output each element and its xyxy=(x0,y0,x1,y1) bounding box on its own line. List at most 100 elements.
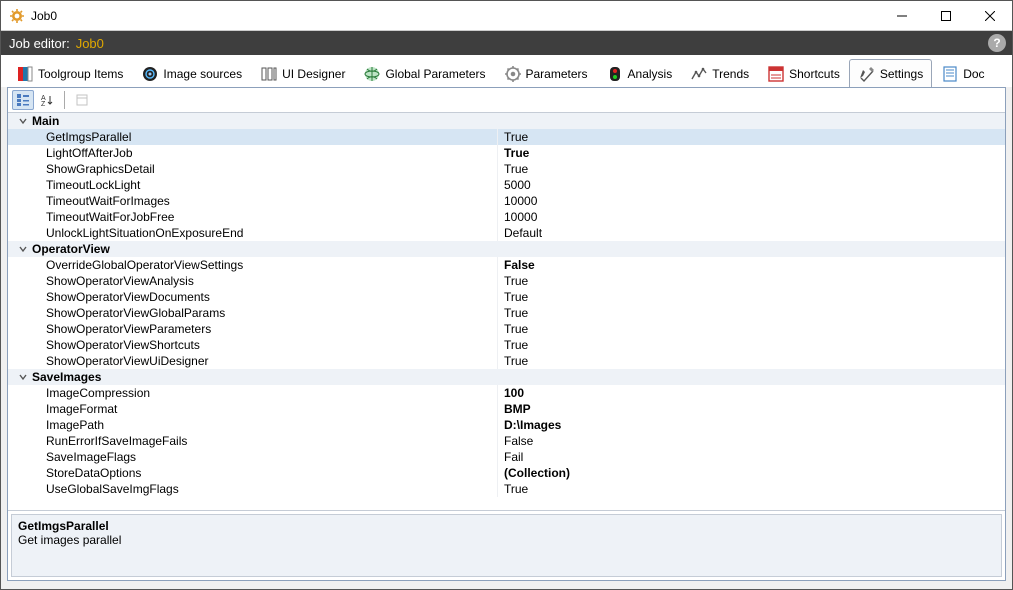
settings-panel: AZ MainGetImgsParallelTrueLightOffAfterJ… xyxy=(7,87,1006,581)
property-row[interactable]: ShowOperatorViewParameters True xyxy=(8,321,1005,337)
tab-label: UI Designer xyxy=(282,67,345,81)
tab-label: Settings xyxy=(880,67,923,81)
property-row[interactable]: StoreDataOptions (Collection) xyxy=(8,465,1005,481)
property-name: TimeoutWaitForImages xyxy=(46,193,170,209)
property-row[interactable]: ShowOperatorViewAnalysis True xyxy=(8,273,1005,289)
property-pages-button xyxy=(71,90,93,110)
property-row[interactable]: LightOffAfterJobTrue xyxy=(8,145,1005,161)
property-name: ShowOperatorViewAnalysis xyxy=(46,273,194,289)
property-row[interactable]: ShowOperatorViewGlobalParams True xyxy=(8,305,1005,321)
property-row[interactable]: ImagePath D:\Images xyxy=(8,417,1005,433)
property-value[interactable]: 5000 xyxy=(498,177,1005,193)
expand-collapse-icon[interactable] xyxy=(18,372,28,382)
tab-icon xyxy=(260,65,278,83)
property-value[interactable]: True xyxy=(498,289,1005,305)
close-button[interactable] xyxy=(968,1,1012,30)
tab-image-sources[interactable]: Image sources xyxy=(132,59,251,87)
svg-text:Z: Z xyxy=(41,101,46,107)
property-category[interactable]: Main xyxy=(8,113,1005,129)
property-row[interactable]: ImageFormat BMP xyxy=(8,401,1005,417)
property-grid[interactable]: MainGetImgsParallelTrueLightOffAfterJobT… xyxy=(8,113,1005,511)
property-value[interactable]: True xyxy=(498,321,1005,337)
tab-label: Global Parameters xyxy=(385,67,485,81)
window-title: Job0 xyxy=(31,9,880,23)
property-row[interactable]: ImageCompression100 xyxy=(8,385,1005,401)
property-row[interactable]: TimeoutLockLight5000 xyxy=(8,177,1005,193)
property-value[interactable]: True xyxy=(498,353,1005,369)
property-row[interactable]: UnlockLightSituationOnExposureEndDefault xyxy=(8,225,1005,241)
property-value[interactable]: (Collection) xyxy=(498,465,1005,481)
maximize-button[interactable] xyxy=(924,1,968,30)
property-name: RunErrorIfSaveImageFails xyxy=(46,433,187,449)
property-value[interactable]: True xyxy=(498,337,1005,353)
tab-global-parameters[interactable]: Global Parameters xyxy=(354,59,494,87)
property-value[interactable]: True xyxy=(498,273,1005,289)
property-category[interactable]: OperatorView xyxy=(8,241,1005,257)
property-name: SaveImageFlags xyxy=(46,449,136,465)
property-value[interactable]: True xyxy=(498,145,1005,161)
tab-toolgroup-items[interactable]: Toolgroup Items xyxy=(7,59,132,87)
property-value[interactable]: True xyxy=(498,305,1005,321)
property-row[interactable]: TimeoutWaitForJobFree10000 xyxy=(8,209,1005,225)
property-name: ImagePath xyxy=(46,417,104,433)
property-value[interactable]: True xyxy=(498,161,1005,177)
property-value[interactable]: 10000 xyxy=(498,209,1005,225)
tab-label: Shortcuts xyxy=(789,67,840,81)
property-row[interactable]: ShowOperatorViewUiDesigner True xyxy=(8,353,1005,369)
editor-header: Job editor: Job0 ? xyxy=(1,31,1012,55)
property-name: ShowOperatorViewParameters xyxy=(46,321,211,337)
property-value[interactable]: False xyxy=(498,257,1005,273)
minimize-button[interactable] xyxy=(880,1,924,30)
property-name: ShowGraphicsDetail xyxy=(46,161,155,177)
categorized-view-button[interactable] xyxy=(12,90,34,110)
tab-settings[interactable]: Settings xyxy=(849,59,932,87)
tab-trends[interactable]: Trends xyxy=(681,59,758,87)
property-row[interactable]: UseGlobalSaveImgFlags True xyxy=(8,481,1005,497)
property-name: ShowOperatorViewShortcuts xyxy=(46,337,200,353)
alphabetical-view-button[interactable]: AZ xyxy=(36,90,58,110)
expand-collapse-icon[interactable] xyxy=(18,244,28,254)
property-row[interactable]: GetImgsParallelTrue xyxy=(8,129,1005,145)
tab-label: Analysis xyxy=(628,67,673,81)
description-panel: GetImgsParallel Get images parallel xyxy=(11,514,1002,577)
category-name: SaveImages xyxy=(32,369,101,385)
property-value[interactable]: 100 xyxy=(498,385,1005,401)
expand-collapse-icon[interactable] xyxy=(18,116,28,126)
propertygrid-toolbar: AZ xyxy=(8,88,1005,113)
help-icon[interactable]: ? xyxy=(988,34,1006,52)
tab-strip: Toolgroup ItemsImage sources UI Designer G… xyxy=(1,55,1012,87)
property-name: UseGlobalSaveImgFlags xyxy=(46,481,179,497)
property-name: ImageFormat xyxy=(46,401,117,417)
property-row[interactable]: OverrideGlobalOperatorViewSettings False xyxy=(8,257,1005,273)
property-row[interactable]: RunErrorIfSaveImageFails False xyxy=(8,433,1005,449)
tab-parameters[interactable]: Parameters xyxy=(495,59,597,87)
property-name: ShowOperatorViewUiDesigner xyxy=(46,353,209,369)
property-value[interactable]: BMP xyxy=(498,401,1005,417)
property-row[interactable]: ShowGraphicsDetail True xyxy=(8,161,1005,177)
property-name: StoreDataOptions xyxy=(46,465,141,481)
tab-shortcuts[interactable]: Shortcuts xyxy=(758,59,849,87)
property-row[interactable]: ShowOperatorViewDocumentsTrue xyxy=(8,289,1005,305)
property-value[interactable]: Default xyxy=(498,225,1005,241)
property-value[interactable]: Fail xyxy=(498,449,1005,465)
property-name: OverrideGlobalOperatorViewSettings xyxy=(46,257,243,273)
editor-job-name: Job0 xyxy=(76,36,104,51)
description-title: GetImgsParallel xyxy=(18,519,995,533)
property-row[interactable]: ShowOperatorViewShortcuts True xyxy=(8,337,1005,353)
tab-analysis[interactable]: Analysis xyxy=(597,59,682,87)
property-category[interactable]: SaveImages xyxy=(8,369,1005,385)
tab-ui-designer[interactable]: UI Designer xyxy=(251,59,354,87)
category-name: OperatorView xyxy=(32,241,110,257)
property-value[interactable]: D:\Images xyxy=(498,417,1005,433)
tab-label: Doc xyxy=(963,67,984,81)
property-value[interactable]: True xyxy=(498,481,1005,497)
editor-header-label: Job editor: xyxy=(9,36,70,51)
property-value[interactable]: False xyxy=(498,433,1005,449)
tab-doc[interactable]: Doc xyxy=(932,59,993,87)
property-value[interactable]: True xyxy=(498,129,1005,145)
tab-icon xyxy=(16,65,34,83)
property-value[interactable]: 10000 xyxy=(498,193,1005,209)
property-row[interactable]: TimeoutWaitForImages 10000 xyxy=(8,193,1005,209)
property-name: ShowOperatorViewGlobalParams xyxy=(46,305,225,321)
property-row[interactable]: SaveImageFlags Fail xyxy=(8,449,1005,465)
